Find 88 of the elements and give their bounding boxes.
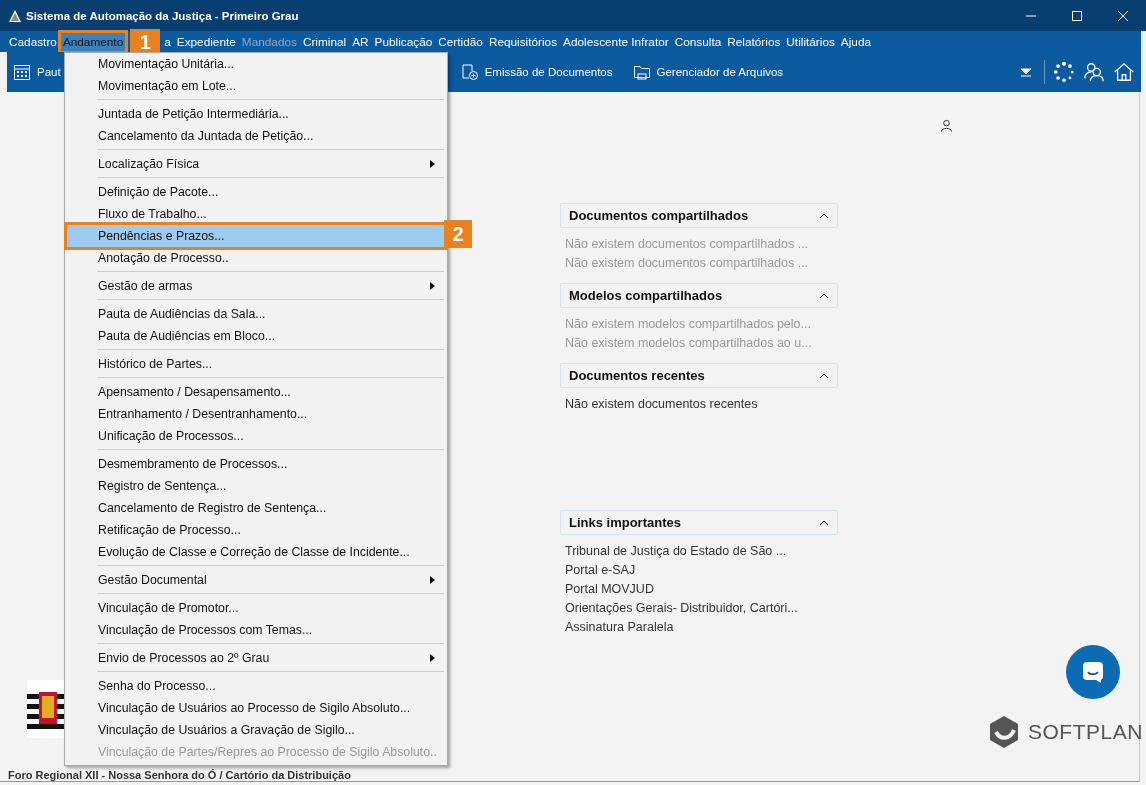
dropdown-item[interactable]: Cancelamento de Registro de Sentença... — [67, 497, 445, 519]
status-text: Foro Regional XII - Nossa Senhora do Ó / Cartório da Distribuição — [8, 769, 351, 781]
submenu-arrow-icon — [430, 160, 435, 168]
chevron-icon — [819, 519, 829, 526]
dropdown-item[interactable]: Retificação de Processo... — [67, 519, 445, 541]
dropdown-item[interactable]: Juntada de Petição Intermediária... — [67, 103, 445, 125]
panel-line: Não existem documentos compartilhados ... — [564, 236, 810, 253]
dropdown-item[interactable]: Gestão de armas — [67, 275, 445, 297]
panel-title: Documentos compartilhados — [569, 208, 749, 223]
menu-item[interactable]: Relatórios — [725, 32, 783, 51]
chat-icon — [1081, 660, 1105, 684]
menu-item[interactable]: Publicação — [372, 32, 435, 51]
dropdown-item[interactable]: Gestão Documental — [67, 569, 445, 591]
menu-item[interactable]: a — [162, 32, 173, 51]
toolbar-button[interactable]: Emissão de Documentos — [452, 63, 621, 81]
dropdown-item[interactable]: Entranhamento / Desentranhamento... — [67, 403, 445, 425]
panel-line[interactable]: Portal e-SAJ — [560, 561, 838, 580]
chevron-icon — [819, 212, 829, 219]
dropdown-item[interactable]: Envio de Processos ao 2º Grau — [67, 647, 445, 669]
menu-item[interactable]: Criminal — [300, 32, 349, 51]
dropdown-item[interactable]: Registro de Sentença... — [67, 475, 445, 497]
dropdown-item[interactable]: Desmembramento de Processos... — [67, 453, 445, 475]
submenu-arrow-icon — [430, 576, 435, 584]
menu-item[interactable]: Ajuda — [838, 32, 874, 51]
callout-number: 1 — [130, 29, 161, 55]
chevron-icon — [819, 292, 829, 299]
menu-item[interactable]: Andamento — [60, 32, 126, 51]
panel-title: Documentos recentes — [569, 368, 705, 383]
folder-icon — [632, 63, 651, 81]
document-add-icon — [460, 63, 479, 81]
toolbar-button[interactable]: Paut — [7, 63, 69, 81]
panel-header[interactable]: Modelos compartilhados — [560, 283, 838, 308]
users-icon[interactable] — [1083, 61, 1105, 83]
menu-item[interactable]: Requisitórios — [486, 32, 560, 51]
panel-title: Modelos compartilhados — [569, 288, 723, 303]
dropdown-item[interactable]: Movimentação Unitária... — [67, 53, 445, 75]
submenu-arrow-icon — [430, 654, 435, 662]
panel-line[interactable]: Tribunal de Justiça do Estado de São ... — [560, 542, 838, 561]
court-emblem-drawing — [27, 680, 67, 738]
dropdown-item[interactable]: Histórico de Partes... — [67, 353, 445, 375]
menu-item[interactable]: Cadastro — [7, 32, 59, 51]
submenu-arrow-icon — [430, 282, 435, 290]
calendar-icon — [13, 63, 31, 81]
dropdown-item[interactable]: Fluxo de Trabalho... — [67, 203, 445, 225]
menu-item[interactable]: Utilitários — [784, 32, 837, 51]
panel-line[interactable]: Assinatura Paralela — [560, 618, 838, 637]
panel-line[interactable]: Orientações Gerais- Distribuidor, Cartóri... — [560, 599, 838, 618]
menu-item[interactable]: Expediente — [174, 32, 238, 51]
panel-header[interactable]: Links importantes — [560, 510, 838, 535]
dropdown-item[interactable]: Apensamento / Desapensamento... — [67, 381, 445, 403]
menu-item[interactable]: Certidão — [436, 32, 485, 51]
menu-item[interactable]: Consulta — [672, 32, 724, 51]
menu-item[interactable]: Adolescente Infrator — [561, 32, 671, 51]
toolbar-button[interactable]: Gerenciador de Arquivos — [624, 63, 792, 81]
caret-down-icon[interactable] — [1020, 66, 1032, 78]
dropdown-item[interactable]: Evolução de Classe e Correção de Classe de Incidente... — [67, 541, 445, 563]
dropdown-item[interactable]: Pauta de Audiências da Sala... — [67, 303, 445, 325]
brand-name: SOFTPLAN — [1028, 720, 1143, 744]
dropdown-item[interactable]: Senha do Processo... — [67, 675, 445, 697]
dropdown-item[interactable]: Localização Física — [67, 153, 445, 175]
dropdown-item[interactable]: Cancelamento da Juntada de Petição... — [67, 125, 445, 147]
dropdown-item[interactable]: Unificação de Processos... — [67, 425, 445, 447]
window-title: Sistema de Automação da Justiça - Primeiro Grau — [26, 9, 299, 22]
panel-title: Links importantes — [569, 515, 681, 530]
panel-line: Não existem documentos recentes — [564, 396, 759, 413]
dropdown-item[interactable]: Vinculação de Usuários a Gravação de Sigilo... — [67, 719, 445, 741]
callout-number: 2 — [444, 220, 472, 248]
dropdown-item[interactable]: Vinculação de Promotor... — [67, 597, 445, 619]
dropdown-item[interactable]: Anotação de Processo.. — [67, 247, 445, 269]
spinner-icon[interactable] — [1053, 61, 1075, 83]
user-icon — [940, 119, 953, 132]
panel-line: Não existem modelos compartilhados pelo... — [564, 316, 812, 333]
menu-item[interactable]: AR — [350, 32, 371, 51]
chevron-icon — [819, 372, 829, 379]
app-logo-icon — [8, 8, 22, 23]
panel-header[interactable]: Documentos recentes — [560, 363, 838, 388]
dropdown-item[interactable]: Pauta de Audiências em Bloco... — [67, 325, 445, 347]
chat-button[interactable] — [1066, 645, 1120, 699]
dropdown-item[interactable]: Definição de Pacote... — [67, 181, 445, 203]
panel-line: Não existem documentos compartilhados ... — [564, 255, 810, 272]
panel-header[interactable]: Documentos compartilhados — [560, 203, 838, 228]
panel-line: Não existem modelos compartilhados ao u... — [564, 335, 813, 352]
dropdown-item[interactable]: Vinculação de Usuários ao Processo de Sigilo Absoluto... — [67, 697, 445, 719]
home-icon[interactable] — [1113, 61, 1135, 83]
dropdown-item[interactable]: Movimentação em Lote... — [67, 75, 445, 97]
dropdown-item[interactable]: Vinculação de Processos com Temas... — [67, 619, 445, 641]
panel-line[interactable]: Portal MOVJUD — [560, 580, 838, 599]
dropdown-item[interactable]: Pendências e Prazos... — [67, 225, 445, 247]
